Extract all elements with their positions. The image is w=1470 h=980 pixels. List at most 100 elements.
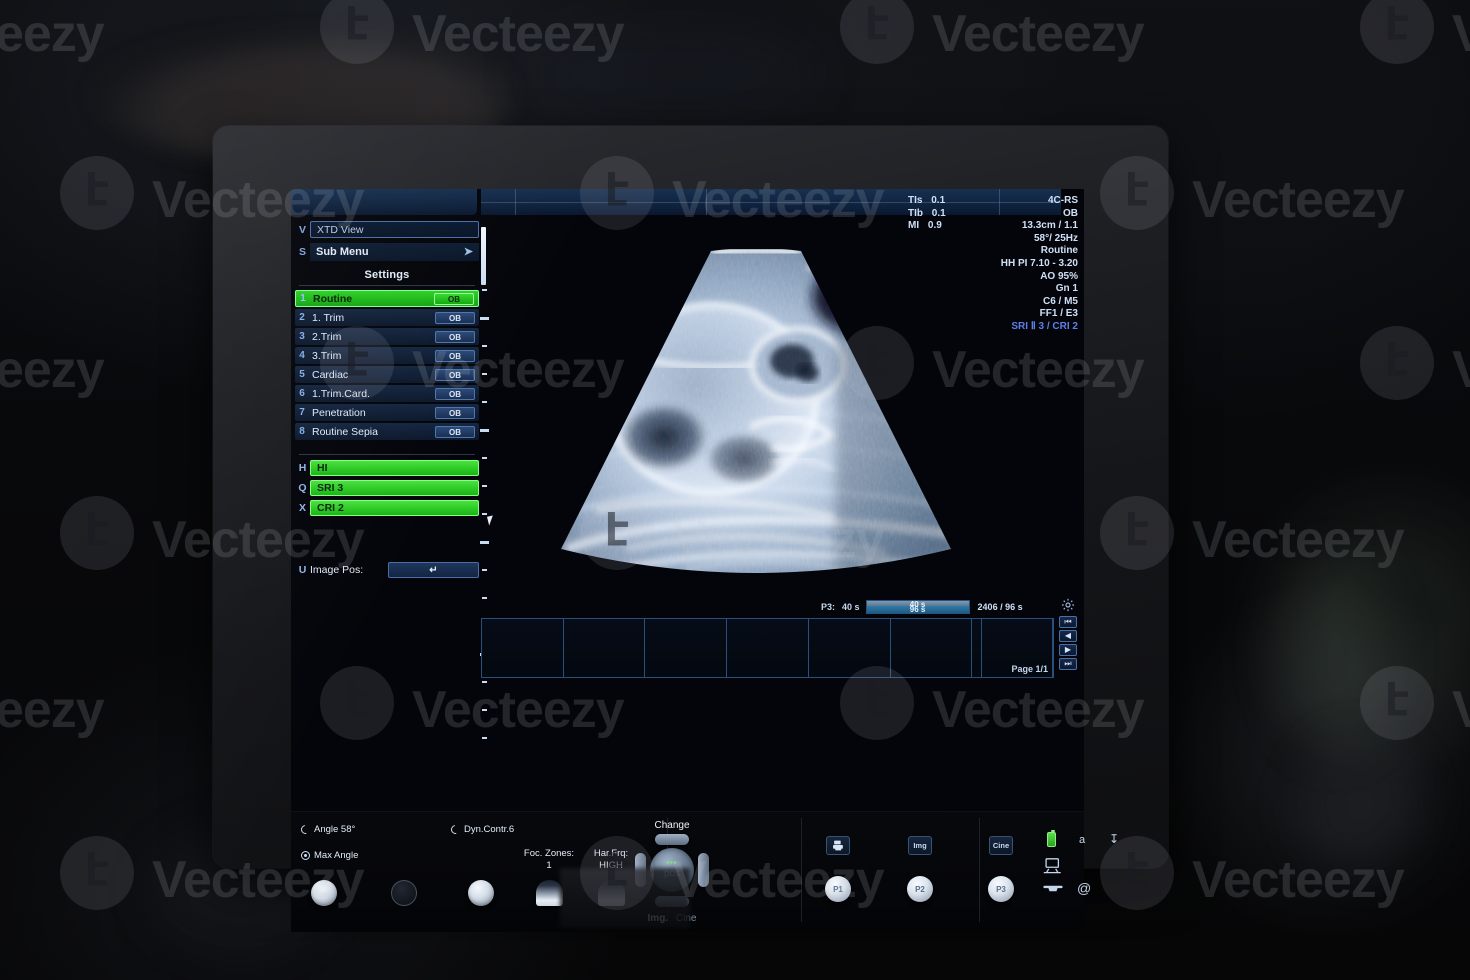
filmstrip-thumbnail[interactable] xyxy=(644,618,728,678)
image-filmstrip[interactable] xyxy=(481,618,1055,678)
cine-p3-label: P3: xyxy=(821,602,836,612)
print-button[interactable] xyxy=(826,836,850,855)
filmstrip-thumbnail[interactable] xyxy=(726,618,809,678)
usb-icon: ↧ xyxy=(1109,832,1120,846)
settings-panel: V XTD View S Sub Menu ➤ Settings 1 Routin… xyxy=(295,220,479,579)
filter-key: H xyxy=(298,461,307,474)
header-band-left xyxy=(291,189,477,215)
background-light-blob xyxy=(1300,740,1420,870)
preset-number: 5 xyxy=(299,369,305,380)
scan-parameters-readout: TIs 0.1 TIb 0.1 MI 0.9 4C-RS OB 13.3cm /… xyxy=(908,195,1078,334)
image-pos-row[interactable]: U Image Pos: ↵ xyxy=(295,561,479,579)
hh-pi: HH PI 7.10 - 3.20 xyxy=(1000,257,1078,269)
preset-row[interactable]: 2 1. Trim OB xyxy=(295,309,479,326)
preset-label: Routine xyxy=(313,292,353,305)
network-icon xyxy=(1043,858,1063,878)
xtd-view-field[interactable]: XTD View xyxy=(310,221,479,238)
joystick-top-label: Change xyxy=(654,820,690,831)
filter-label[interactable]: SRI 3 xyxy=(310,479,479,496)
filter-key: Q xyxy=(298,481,307,494)
preset-name: Routine xyxy=(1040,245,1078,257)
cine-frame-counter: 2406 / 96 s xyxy=(977,602,1023,612)
filter-label[interactable]: HI xyxy=(310,459,479,476)
depth-tick xyxy=(482,289,487,291)
sri-cri-value: SRI Ⅱ 3 / CRI 2 xyxy=(1011,320,1078,332)
sub-menu-row[interactable]: S Sub Menu ➤ xyxy=(295,242,479,261)
dyn-contr-knob[interactable] xyxy=(468,880,494,906)
depth-tick xyxy=(482,709,487,711)
preset-badge: OB xyxy=(435,311,475,324)
depth-tick xyxy=(480,317,489,320)
prev-frame-button[interactable]: ◀ xyxy=(1059,630,1077,642)
image-pos-label: Image Pos: xyxy=(310,564,364,576)
preset-badge: OB xyxy=(435,406,475,419)
depth-tick xyxy=(480,429,489,432)
probe-info: 4C-RS OB 13.3cm / 1.1 xyxy=(1022,195,1078,233)
foc-zones-label: Foc. Zones: xyxy=(523,848,575,859)
last-frame-button[interactable]: ⏭ xyxy=(1059,658,1077,670)
dyn-contr-label: Dyn.Contr.6 xyxy=(464,824,515,835)
image-pos-value[interactable]: ↵ xyxy=(388,562,479,578)
sub-menu-label: Sub Menu xyxy=(316,245,369,258)
xtd-view-row[interactable]: V XTD View xyxy=(295,220,479,239)
filter-label[interactable]: CRI 2 xyxy=(310,499,479,516)
next-frame-button[interactable]: ▶ xyxy=(1059,644,1077,656)
angle-rate: 58°/ 25Hz xyxy=(1033,232,1078,244)
tis-value: 0.1 xyxy=(931,195,946,206)
preset-row[interactable]: 8 Routine Sepia OB xyxy=(295,423,479,440)
angle-label: Angle 58° xyxy=(314,824,356,835)
cine-progress-track[interactable]: 40 s 96 s xyxy=(865,600,970,614)
mi-row: MI 0.9 xyxy=(908,220,946,233)
depth-tick xyxy=(482,597,487,599)
preset-label: Penetration xyxy=(312,406,366,419)
mi-value: 0.9 xyxy=(927,220,942,232)
filmstrip-thumbnail[interactable] xyxy=(562,618,646,678)
unassigned-knob[interactable] xyxy=(391,880,417,906)
acquisition-settings: 58°/ 25Hz Routine HH PI 7.10 - 3.20 AO 9… xyxy=(908,233,1078,334)
tib-value: 0.1 xyxy=(931,207,946,219)
preset-row[interactable]: 4 3.Trim OB xyxy=(295,347,479,364)
filmstrip-page-cell[interactable]: Page 1/1 xyxy=(981,618,1053,678)
preset-row[interactable]: 7 Penetration OB xyxy=(295,404,479,421)
preset-badge: OB xyxy=(435,349,475,362)
preset-number: 6 xyxy=(299,388,305,399)
preset-number: 4 xyxy=(299,350,305,361)
preset-row[interactable]: 5 Cardiac OB xyxy=(295,366,479,383)
preset-number: 1 xyxy=(300,293,306,304)
email-icon: @ xyxy=(1077,880,1092,896)
depth-tick xyxy=(482,485,487,487)
preset-label: Routine Sepia xyxy=(312,425,378,438)
angle-knob[interactable] xyxy=(311,880,337,906)
preset-label: 1. Trim xyxy=(312,311,345,324)
cine-button[interactable]: Cine xyxy=(989,836,1013,855)
filmstrip-thumbnail[interactable] xyxy=(481,618,564,678)
p1-button[interactable]: P1 xyxy=(825,876,851,902)
img-button[interactable]: Img xyxy=(908,836,932,855)
p2-button[interactable]: P2 xyxy=(907,876,933,902)
preset-row[interactable]: 6 1.Trim.Card. OB xyxy=(295,385,479,402)
ultrasound-display-screen: V XTD View S Sub Menu ➤ Settings 1 Routin… xyxy=(291,189,1084,811)
gear-icon[interactable] xyxy=(1061,598,1075,612)
angle-readout: Angle 58° xyxy=(301,824,355,835)
sub-menu-button[interactable]: Sub Menu ➤ xyxy=(310,242,479,261)
filmstrip-navigation[interactable]: ⏮ ◀ ▶ ⏭ xyxy=(1057,598,1079,672)
preset-row[interactable]: 1 Routine OB xyxy=(295,290,479,307)
foc-zones-rocker[interactable] xyxy=(536,880,563,906)
filter-row[interactable]: H HI xyxy=(295,459,479,476)
rotate-icon xyxy=(451,825,460,834)
cine-loop-bar[interactable]: P3: 40 s 40 s 96 s 2406 / 96 s xyxy=(821,599,1046,615)
joystick-up-pad[interactable] xyxy=(655,834,689,845)
p3-button[interactable]: P3 xyxy=(988,876,1014,902)
joystick-right-pad[interactable] xyxy=(698,853,709,887)
deck-divider xyxy=(801,818,802,922)
filmstrip-thumbnail[interactable] xyxy=(889,618,973,678)
active-filters-list: H HI Q SRI 3 X CRI 2 xyxy=(295,459,479,516)
filter-row[interactable]: Q SRI 3 xyxy=(295,479,479,496)
preset-row[interactable]: 3 2.Trim OB xyxy=(295,328,479,345)
max-angle-label: Max Angle xyxy=(314,850,359,861)
header-divider xyxy=(706,189,707,215)
first-frame-button[interactable]: ⏮ xyxy=(1059,616,1077,628)
filter-row[interactable]: X CRI 2 xyxy=(295,499,479,516)
depth-tick xyxy=(482,681,487,683)
filmstrip-thumbnail[interactable] xyxy=(807,618,891,678)
